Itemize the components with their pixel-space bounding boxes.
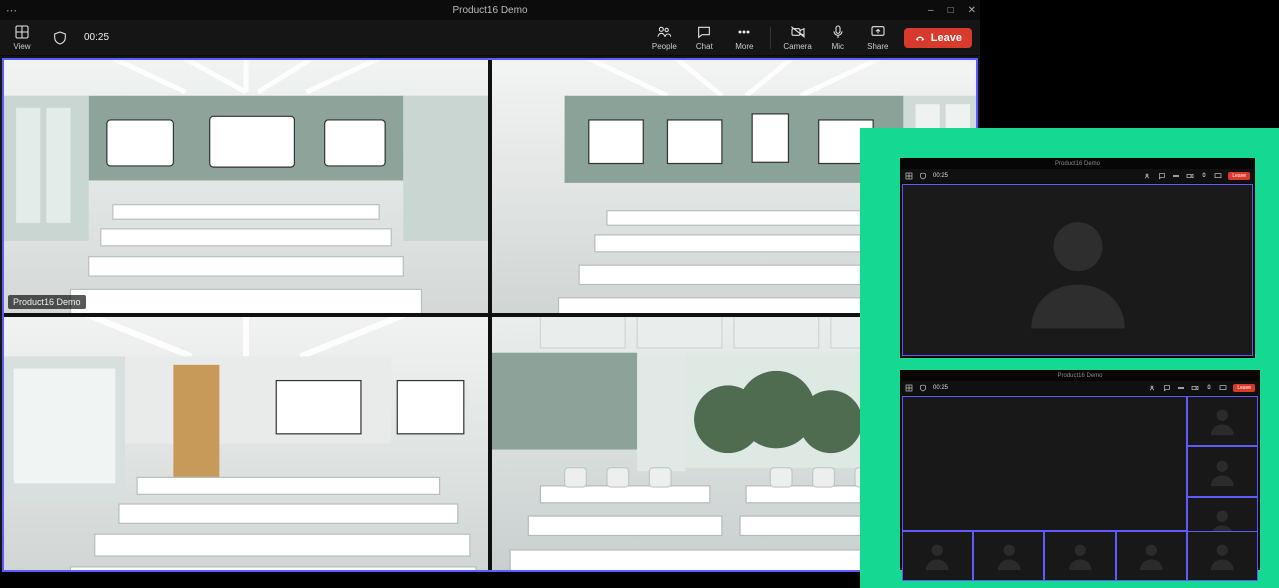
view-button[interactable] [905,172,913,180]
titlebar: Product16 Demo [901,371,1259,381]
share-button[interactable]: Share [864,24,892,51]
video-area [902,184,1253,356]
share-label: Share [867,42,888,51]
share-button[interactable] [1219,384,1227,392]
titlebar: ⋯ Product16 Demo – □ ✕ [0,0,980,20]
participant-tile[interactable] [903,532,972,580]
participant-tile[interactable] [1117,532,1186,580]
meeting-timer: 00:25 [84,32,109,43]
meeting-timer: 00:25 [933,173,948,179]
more-button[interactable] [1172,172,1180,180]
window-menu-icon[interactable]: ⋯ [6,4,17,17]
participant-label: Product16 Demo [8,295,86,309]
thumbnail-window-grid: Product16 Demo 00:25 Leave [900,370,1260,570]
chat-label: Chat [696,42,713,51]
thumbnail-window-single: Product16 Demo 00:25 Leave [900,158,1255,358]
more-button[interactable] [1177,384,1185,392]
window-title: Product16 Demo [1057,373,1102,379]
video-grid: Product16 Demo [2,58,978,572]
people-label: People [652,42,677,51]
more-label: More [735,42,753,51]
window-title: Product16 Demo [452,5,527,16]
participant-tile[interactable] [1188,447,1257,495]
more-button[interactable]: More [730,24,758,51]
chat-button[interactable]: Chat [690,24,718,51]
leave-label: Leave [931,32,962,44]
toolbar: 00:25 Leave [901,169,1254,183]
video-tile-3[interactable] [4,317,488,570]
video-tile-1[interactable]: Product16 Demo [4,60,488,313]
main-speaker-tile[interactable] [903,397,1186,530]
participant-tile[interactable] [1188,397,1257,445]
share-button[interactable] [1214,172,1222,180]
view-label: View [13,42,30,51]
camera-button[interactable]: Camera [783,24,811,51]
participant-tile[interactable] [1045,532,1114,580]
mic-button[interactable]: Mic [824,24,852,51]
meeting-toolbar: View 00:25 People Chat Mo [0,20,980,56]
main-meeting-window: ⋯ Product16 Demo – □ ✕ View 00:25 [0,0,980,570]
people-button[interactable] [1149,384,1157,392]
privacy-shield-icon[interactable] [919,384,927,392]
close-icon[interactable]: ✕ [968,5,976,16]
leave-button[interactable]: Leave [1233,384,1255,392]
video-area [902,396,1258,568]
mic-button[interactable] [1200,172,1208,180]
window-title: Product16 Demo [1055,161,1100,167]
mic-label: Mic [832,42,844,51]
maximize-icon[interactable]: □ [948,5,954,16]
minimize-icon[interactable]: – [928,5,934,16]
chat-button[interactable] [1158,172,1166,180]
chat-button[interactable] [1163,384,1171,392]
camera-label: Camera [783,42,811,51]
leave-button[interactable]: Leave [904,28,972,48]
privacy-shield-icon[interactable] [46,30,74,46]
mic-button[interactable] [1205,384,1213,392]
toolbar: 00:25 Leave [901,381,1259,395]
view-button[interactable] [905,384,913,392]
privacy-shield-icon[interactable] [919,172,927,180]
participant-tile[interactable] [974,532,1043,580]
leave-button[interactable]: Leave [1228,172,1250,180]
placeholder-avatar-icon [1008,200,1148,340]
camera-button[interactable] [1191,384,1199,392]
view-button[interactable]: View [8,24,36,51]
people-button[interactable] [1144,172,1152,180]
meeting-timer: 00:25 [933,385,948,391]
participant-tile[interactable] [1188,532,1257,580]
people-button[interactable]: People [650,24,678,51]
titlebar: Product16 Demo [901,159,1254,169]
camera-button[interactable] [1186,172,1194,180]
